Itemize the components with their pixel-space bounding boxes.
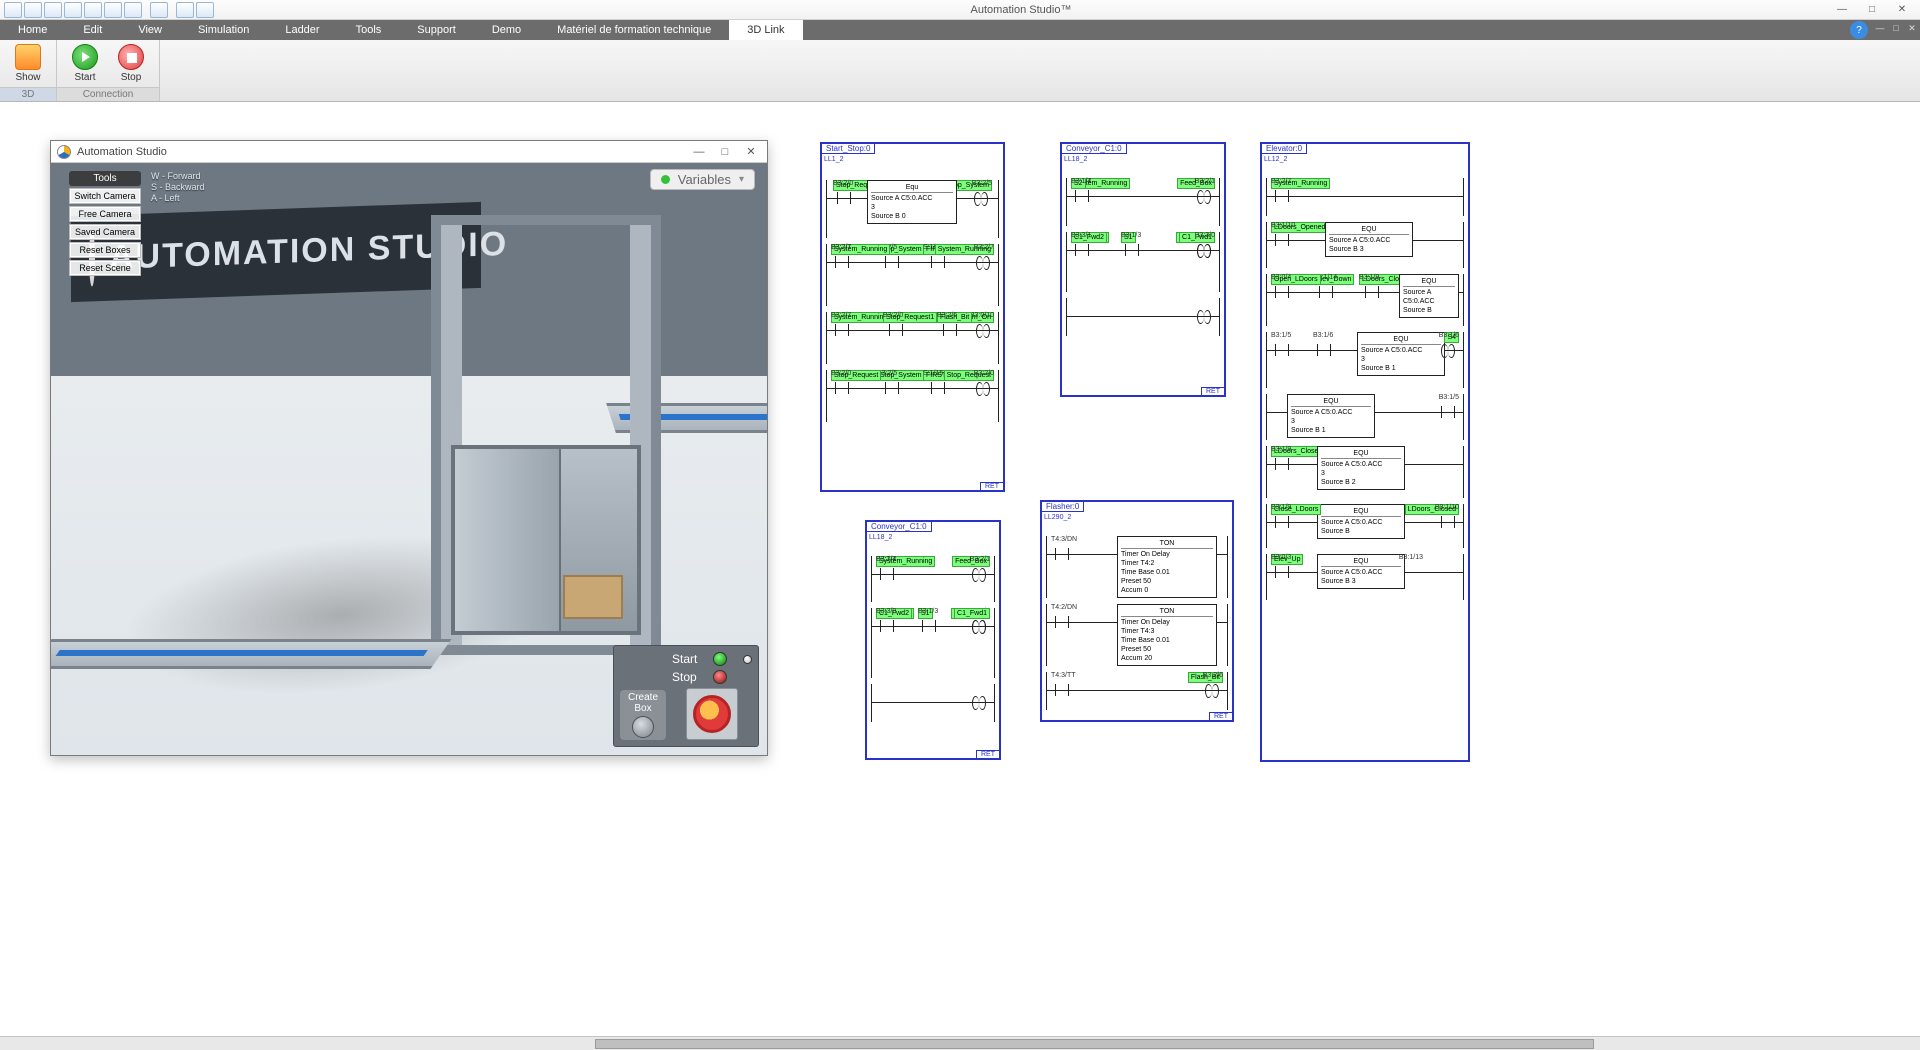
led-green-icon[interactable]	[713, 652, 727, 666]
ribbon-start-button[interactable]: Start	[65, 44, 105, 87]
led-white-icon	[743, 655, 752, 664]
ribbon-stop-label: Stop	[121, 72, 142, 83]
tab-tools[interactable]: Tools	[338, 20, 400, 40]
hmi-stop-label: Stop	[672, 670, 697, 684]
ribbon-group-connection-label: Connection	[57, 87, 159, 101]
ladder-box-elevator[interactable]: Elevator:0LL12_2 System_RunningB3:2/7 LD…	[1260, 142, 1470, 762]
inst-equ: Equ Source A C5:0.ACC 3 Source B 0	[867, 180, 957, 224]
crate	[563, 575, 623, 619]
estop-icon	[693, 695, 731, 733]
qat-btn-2[interactable]	[44, 2, 62, 18]
ribbon-stop-button[interactable]: Stop	[111, 44, 151, 87]
scrollbar-thumb[interactable]	[595, 1039, 1593, 1049]
qat-run[interactable]	[176, 2, 194, 18]
variables-dropdown[interactable]: Variables ▾	[650, 169, 755, 190]
tool-reset-scene[interactable]: Reset Scene	[69, 260, 141, 276]
ribbon-show-button[interactable]: Show	[8, 44, 48, 87]
conveyor-lower	[51, 639, 452, 669]
estop-button[interactable]	[686, 688, 738, 740]
qat-stop[interactable]	[196, 2, 214, 18]
help-icon[interactable]: ?	[1850, 21, 1868, 39]
title-bar: Automation Studio™ — □ ✕	[0, 0, 1920, 20]
stop-icon	[118, 44, 144, 70]
app-logo-icon	[57, 145, 71, 159]
tab-simulation[interactable]: Simulation	[180, 20, 267, 40]
3d-window-close[interactable]: ✕	[741, 144, 761, 160]
tools-panel-title: Tools	[69, 171, 141, 186]
hmi-panel: Create Box Start Stop	[613, 645, 759, 747]
mdi-close[interactable]: ✕	[1904, 20, 1920, 36]
qat-btn-1[interactable]	[24, 2, 42, 18]
variables-label: Variables	[678, 172, 731, 187]
key-legend: W - Forward S - Backward A - Left	[151, 171, 205, 204]
play-icon	[72, 44, 98, 70]
3d-viewport[interactable]: AUTOMATION STUDIO Tools Switch Camera Fr…	[51, 163, 767, 755]
ribbon-start-label: Start	[74, 72, 95, 83]
tab-support[interactable]: Support	[399, 20, 474, 40]
hmi-start-label: Start	[672, 652, 697, 666]
ladder-title: Start_Stop:0	[821, 143, 875, 154]
3d-window-maximize[interactable]: □	[715, 144, 735, 160]
chevron-down-icon: ▾	[739, 174, 744, 185]
led-red-icon[interactable]	[713, 670, 727, 684]
tab-ladder[interactable]: Ladder	[267, 20, 337, 40]
qat-redo[interactable]	[150, 2, 168, 18]
window-controls: — □ ✕	[1828, 2, 1920, 18]
ladder-box-conveyor-2[interactable]: Conveyor_C1:0LL18_2 System_RunningB3:2/7…	[865, 520, 1001, 760]
workspace: Automation Studio — □ ✕ AUTOMATION STUDI…	[0, 102, 1920, 1036]
menu-tabs: Home Edit View Simulation Ladder Tools S…	[0, 20, 1920, 40]
3d-window-title: Automation Studio	[77, 146, 683, 158]
quick-access-toolbar	[0, 2, 214, 18]
cube-3d-icon	[15, 44, 41, 70]
tool-saved-camera[interactable]: Saved Camera	[69, 224, 141, 240]
window-close[interactable]: ✕	[1888, 2, 1916, 18]
tab-home[interactable]: Home	[0, 20, 65, 40]
mdi-restore[interactable]: □	[1888, 20, 1904, 36]
status-dot-icon	[661, 175, 670, 184]
qat-btn-3[interactable]	[64, 2, 82, 18]
ladder-diagram-area[interactable]: Start_Stop:0LL1_2 Stop_Request B3:2/0 St…	[820, 142, 1914, 1030]
push-button-icon	[632, 716, 654, 738]
ret-label: RET	[980, 482, 1004, 491]
elevator-model	[431, 215, 661, 655]
horizontal-scrollbar[interactable]	[0, 1036, 1920, 1050]
3d-window-minimize[interactable]: —	[689, 144, 709, 160]
hmi-create-box-button[interactable]: Create Box	[620, 690, 666, 740]
tool-switch-camera[interactable]: Switch Camera	[69, 188, 141, 204]
window-minimize[interactable]: —	[1828, 2, 1856, 18]
qat-undo[interactable]	[124, 2, 142, 18]
ribbon-group-3d: Show 3D	[0, 40, 57, 101]
ribbon-group-3d-label: 3D	[0, 87, 56, 101]
3d-window-titlebar[interactable]: Automation Studio — □ ✕	[51, 141, 767, 163]
tools-panel: Tools Switch Camera Free Camera Saved Ca…	[69, 171, 141, 276]
tool-reset-boxes[interactable]: Reset Boxes	[69, 242, 141, 258]
ladder-box-flasher[interactable]: Flasher:0LL290_2 T4:3/DN Flasher_Timer1 …	[1040, 500, 1234, 722]
app-title: Automation Studio™	[214, 4, 1828, 16]
qat-btn-5[interactable]	[104, 2, 122, 18]
qat-app-icon[interactable]	[4, 2, 22, 18]
tab-materiel[interactable]: Matériel de formation technique	[539, 20, 729, 40]
tab-view[interactable]: View	[120, 20, 180, 40]
tab-edit[interactable]: Edit	[65, 20, 120, 40]
tool-free-camera[interactable]: Free Camera	[69, 206, 141, 222]
3d-window: Automation Studio — □ ✕ AUTOMATION STUDI…	[50, 140, 768, 756]
mdi-minimize[interactable]: —	[1872, 20, 1888, 36]
ladder-box-start-stop[interactable]: Start_Stop:0LL1_2 Stop_Request B3:2/0 St…	[820, 142, 1005, 492]
ribbon-group-connection: Start Stop Connection	[57, 40, 160, 101]
tab-3d-link[interactable]: 3D Link	[729, 20, 802, 40]
window-maximize[interactable]: □	[1858, 2, 1886, 18]
ladder-box-conveyor-1[interactable]: Conveyor_C1:0LL18_2 System_RunningB3:2/7…	[1060, 142, 1226, 397]
ribbon: Show 3D Start Stop Connection	[0, 40, 1920, 102]
qat-btn-4[interactable]	[84, 2, 102, 18]
tab-demo[interactable]: Demo	[474, 20, 539, 40]
ribbon-show-label: Show	[15, 72, 40, 83]
